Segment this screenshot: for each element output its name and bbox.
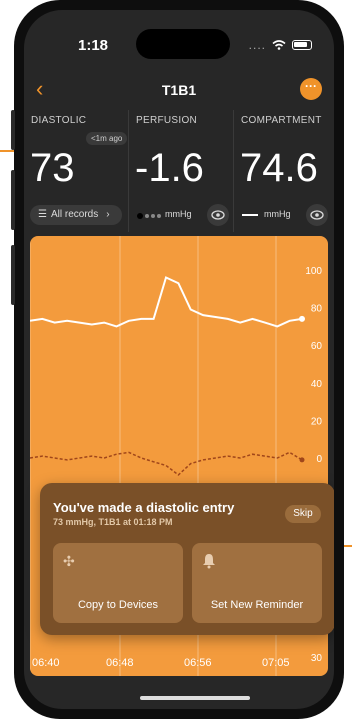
- series-line: [30, 276, 303, 328]
- side-button: [11, 170, 15, 230]
- y-tick-label: 20: [311, 416, 323, 427]
- all-records-label: All records: [50, 209, 99, 220]
- battery-icon: [292, 40, 312, 50]
- phone-frame: 1:18 .... ‹ T1B1 ··· DIASTOLIC <1m ago 7: [11, 0, 344, 719]
- x-tick-label: 07:05: [262, 657, 290, 669]
- dynamic-island: [136, 29, 230, 59]
- popup-title: You've made a diastolic entry: [53, 500, 235, 515]
- time-ago-badge: <1m ago: [86, 132, 128, 145]
- dotted-line-icon: [137, 213, 161, 219]
- wifi-icon: [272, 40, 286, 50]
- metric-value: 73: [30, 146, 75, 190]
- y-tick-label: 30: [311, 653, 323, 664]
- series-end-point: [299, 315, 305, 322]
- metric-value: -1.6: [135, 146, 204, 190]
- page-title: T1B1: [161, 82, 197, 98]
- x-tick-label: 06:56: [184, 657, 212, 669]
- metrics-panel: DIASTOLIC <1m ago 73 ☰ All records › PERFU…: [24, 110, 334, 232]
- metric-compartment[interactable]: COMPARTMENT 74.6 mmHg: [234, 110, 334, 232]
- status-icons: ....: [249, 38, 312, 52]
- y-tick-label: 60: [311, 341, 323, 352]
- side-button: [11, 110, 15, 150]
- copy-to-devices-button[interactable]: ✣ Copy to Devices: [53, 543, 183, 623]
- home-indicator: [140, 696, 250, 700]
- set-new-reminder-button[interactable]: Set New Reminder: [192, 543, 322, 623]
- list-icon: ☰: [38, 209, 47, 220]
- cellular-icon: ....: [248, 38, 266, 52]
- all-records-button[interactable]: ☰ All records ›: [30, 205, 122, 225]
- nav-bar: ‹ T1B1 ···: [24, 74, 334, 106]
- series-end-point: [299, 457, 305, 463]
- status-time: 1:18: [78, 37, 109, 54]
- eye-icon[interactable]: [306, 204, 328, 226]
- skip-button[interactable]: Skip: [285, 505, 321, 523]
- metric-value: 74.6: [240, 146, 318, 190]
- solid-line-icon: [242, 214, 258, 216]
- y-tick-label: 40: [311, 379, 323, 390]
- action-label: Copy to Devices: [77, 599, 159, 611]
- eye-icon[interactable]: [207, 204, 229, 226]
- x-tick-label: 06:48: [106, 657, 134, 669]
- chevron-right-icon: ›: [106, 209, 110, 220]
- entry-popup: You've made a diastolic entry 73 mmHg, T…: [40, 483, 334, 635]
- metric-label: PERFUSION: [136, 115, 198, 126]
- status-bar: 1:18 ....: [24, 10, 334, 64]
- y-tick-label: 80: [311, 304, 323, 315]
- metric-unit: mmHg: [165, 209, 192, 219]
- side-button: [11, 245, 15, 305]
- metric-perfusion[interactable]: PERFUSION -1.6 mmHg: [129, 110, 233, 232]
- action-label: Set New Reminder: [210, 599, 304, 611]
- metric-label: DIASTOLIC: [31, 115, 87, 126]
- y-tick-label: 100: [305, 266, 322, 277]
- x-tick-label: 06:40: [32, 657, 60, 669]
- more-icon[interactable]: ···: [300, 78, 322, 100]
- y-tick-label: 0: [316, 454, 322, 465]
- series-line-dashed: [30, 451, 303, 476]
- metric-unit: mmHg: [264, 209, 291, 219]
- metric-label: COMPARTMENT: [241, 115, 322, 126]
- bell-icon: [202, 553, 216, 572]
- screen: 1:18 .... ‹ T1B1 ··· DIASTOLIC <1m ago 7: [24, 10, 334, 709]
- popup-subtitle: 73 mmHg, T1B1 at 01:18 PM: [53, 517, 173, 527]
- share-icon: ✣: [63, 553, 75, 569]
- metric-diastolic[interactable]: DIASTOLIC <1m ago 73 ☰ All records ›: [24, 110, 128, 232]
